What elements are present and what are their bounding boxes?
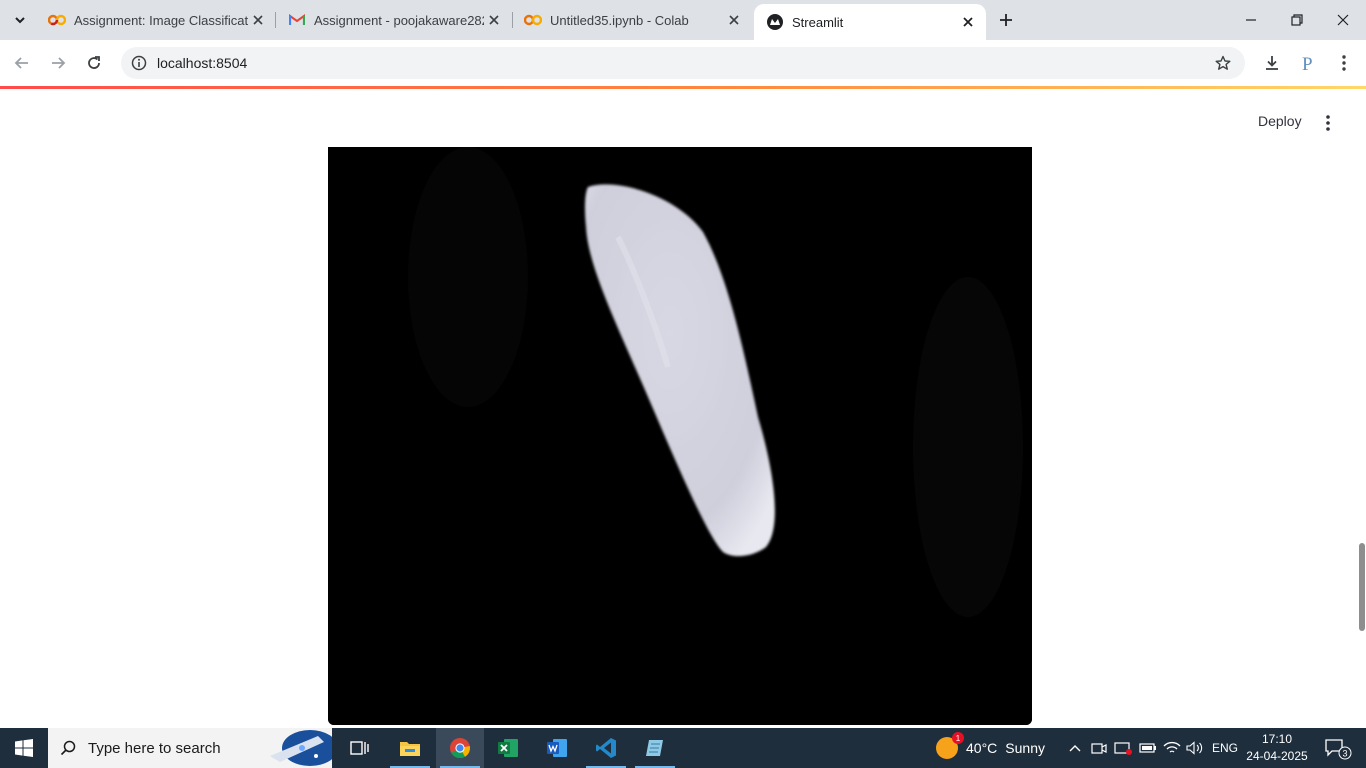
arrow-left-icon: [14, 57, 28, 69]
task-view-icon: [350, 741, 369, 755]
search-icon: [58, 738, 78, 758]
close-icon: [1337, 14, 1349, 26]
tab-colab-untitled35[interactable]: Untitled35.ipynb - Colab: [512, 0, 752, 40]
vscode-button[interactable]: [582, 728, 630, 768]
sun-icon: 1: [936, 732, 964, 759]
tab-gmail-assignment[interactable]: Assignment - poojakaware282@: [276, 0, 512, 40]
speaker-icon: [1186, 741, 1203, 755]
main-menu-button[interactable]: [1316, 111, 1340, 135]
gmail-icon: [288, 11, 306, 29]
chevron-down-icon: [15, 17, 25, 24]
browser-menu-button[interactable]: [1330, 49, 1358, 77]
kebab-menu-icon: [1326, 115, 1330, 131]
meet-now-button[interactable]: [1089, 728, 1109, 768]
vscode-icon: [596, 738, 616, 758]
tab-assignment-image-classification[interactable]: Assignment: Image Classificatio: [36, 0, 276, 40]
url-text[interactable]: localhost:8504: [157, 55, 247, 71]
close-window-button[interactable]: [1320, 0, 1366, 40]
close-icon[interactable]: [724, 10, 744, 30]
excel-button[interactable]: [484, 728, 532, 768]
close-icon[interactable]: [484, 10, 504, 30]
back-button[interactable]: [8, 49, 36, 77]
reload-button[interactable]: [80, 49, 108, 77]
tab-search-button[interactable]: [6, 8, 34, 32]
browser-toolbar: localhost:8504 P: [0, 40, 1366, 86]
deploy-button[interactable]: Deploy: [1248, 111, 1312, 131]
address-bar[interactable]: localhost:8504: [121, 47, 1245, 79]
battery-icon: [1139, 743, 1156, 753]
tab-streamlit[interactable]: Streamlit: [754, 4, 986, 40]
bookmark-star-icon[interactable]: [1213, 53, 1233, 73]
show-hidden-icons-button[interactable]: [1066, 728, 1084, 768]
word-icon: [547, 739, 567, 757]
notepad-icon: [646, 740, 663, 756]
input-language-indicator[interactable]: ENG: [1212, 741, 1238, 755]
taskbar-clock[interactable]: 17:10 24-04-2025: [1244, 731, 1310, 765]
new-tab-button[interactable]: [994, 8, 1018, 32]
streamlit-app: Deploy: [0, 89, 1366, 728]
windows-logo-icon: [15, 739, 33, 757]
profile-button[interactable]: P: [1294, 49, 1322, 77]
notepad-button[interactable]: [631, 728, 679, 768]
weather-temperature: 40°C: [966, 740, 998, 756]
file-explorer-icon: [400, 742, 420, 756]
restore-icon: [1291, 14, 1303, 26]
colab-icon: [48, 11, 66, 29]
weather-widget[interactable]: 1 40°C Sunny: [936, 728, 1045, 768]
word-button[interactable]: [533, 728, 581, 768]
tab-strip: Assignment: Image Classificatio Assignme…: [0, 0, 1366, 40]
downloads-button[interactable]: [1258, 49, 1286, 77]
search-placeholder: Type here to search: [88, 740, 221, 757]
camera-icon: [1091, 743, 1107, 754]
windows-taskbar: Type here to search 1 40°C Sunny ENG 17:…: [0, 728, 1366, 768]
wifi-icon: [1163, 741, 1181, 753]
weather-badge: 1: [952, 732, 964, 744]
tab-title: Untitled35.ipynb - Colab: [550, 12, 689, 28]
file-explorer-button[interactable]: [386, 728, 434, 768]
scrollbar-thumb[interactable]: [1359, 543, 1365, 631]
forward-button[interactable]: [44, 49, 72, 77]
tab-title: Assignment - poojakaware282@: [314, 12, 484, 28]
reload-icon: [88, 56, 100, 69]
volume-button[interactable]: [1185, 728, 1205, 768]
chrome-button[interactable]: [436, 728, 484, 768]
svg-text:P: P: [1302, 54, 1313, 73]
notification-count: 3: [1342, 749, 1347, 759]
minimize-icon: [1246, 19, 1256, 21]
battery-button[interactable]: [1138, 728, 1158, 768]
task-view-button[interactable]: [336, 728, 384, 768]
uploaded-rice-image: [328, 147, 1032, 725]
kebab-menu-icon: [1342, 55, 1346, 71]
close-icon[interactable]: [248, 10, 268, 30]
taskbar-search-box[interactable]: Type here to search: [48, 728, 332, 768]
network-button[interactable]: [1162, 728, 1182, 768]
app-alert-tray-button[interactable]: [1113, 728, 1133, 768]
plus-icon: [1000, 14, 1012, 26]
tab-title: Assignment: Image Classificatio: [74, 12, 248, 28]
site-info-icon[interactable]: [129, 53, 149, 73]
minimize-button[interactable]: [1228, 0, 1274, 40]
streamlit-icon: [766, 13, 784, 31]
download-icon: [1266, 56, 1278, 70]
tray-app-icon: [1114, 742, 1132, 755]
colab-icon: [524, 11, 542, 29]
start-button[interactable]: [0, 728, 48, 768]
search-highlight-illustration: [270, 730, 332, 766]
chrome-icon: [450, 738, 471, 759]
arrow-right-icon: [52, 57, 66, 69]
close-icon[interactable]: [958, 12, 978, 32]
tab-title: Streamlit: [792, 14, 844, 30]
restore-button[interactable]: [1274, 0, 1320, 40]
profile-avatar-icon: P: [1302, 54, 1313, 73]
excel-icon: [498, 739, 518, 757]
weather-condition: Sunny: [1005, 740, 1045, 756]
notification-icon: 3: [1325, 739, 1352, 760]
page-scrollbar[interactable]: [1358, 89, 1366, 728]
clock-time: 17:10: [1261, 732, 1293, 746]
action-center-button[interactable]: 3: [1318, 728, 1358, 768]
chevron-up-icon: [1069, 745, 1081, 752]
clock-date: 24-04-2025: [1246, 749, 1308, 763]
